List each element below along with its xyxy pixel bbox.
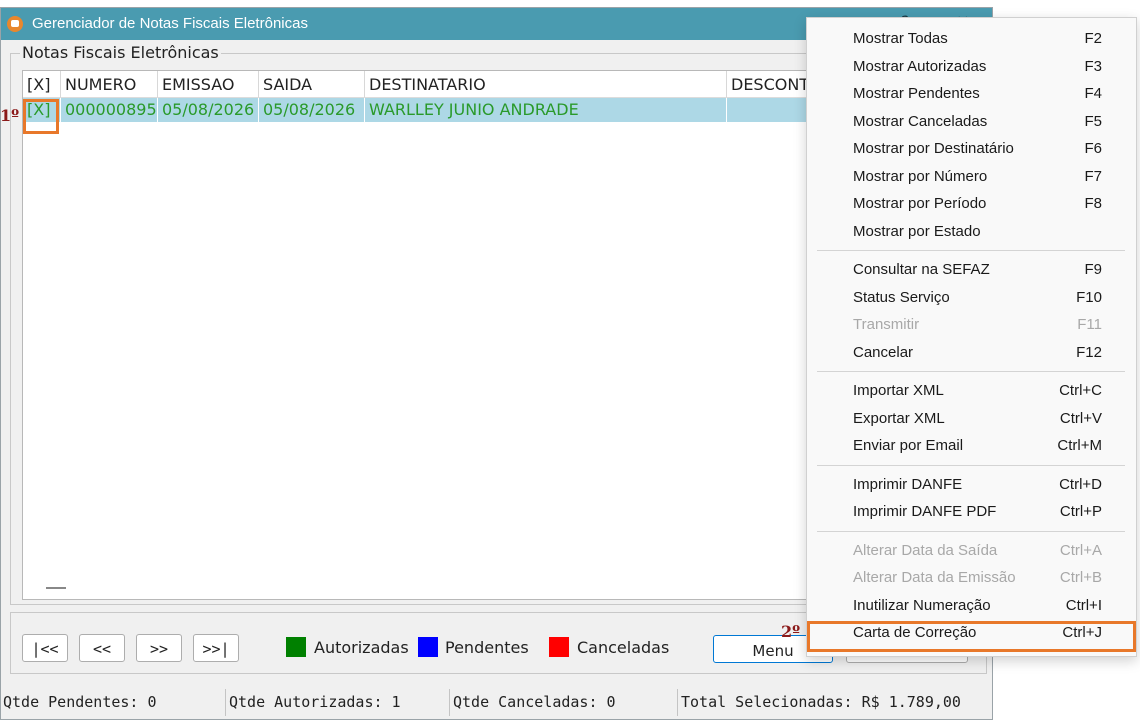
menu-item-label: Mostrar por Destinatário [853, 140, 1014, 157]
menu-item-shortcut: Ctrl+M [1057, 437, 1102, 454]
menu-item-consultar-na-sefaz[interactable]: Consultar na SEFAZ F9 [807, 257, 1136, 283]
legend-label-autorizadas: Autorizadas [314, 638, 409, 657]
row-numero-cell: 000000895 [61, 98, 158, 122]
menu-item-label: Status Serviço [853, 288, 950, 306]
step2-label: 2º [781, 622, 801, 641]
column-header-check[interactable]: [X] [23, 71, 61, 97]
row-saida-cell: 05/08/2026 [259, 98, 365, 122]
menu-item-label: Mostrar Pendentes [853, 85, 980, 102]
menu-item-label: Cancelar [853, 343, 914, 361]
menu-item-label: Inutilizar Numeração [853, 596, 991, 614]
menu-item-shortcut: F11 [1077, 316, 1102, 333]
menu-item-label: Mostrar por Período [853, 195, 987, 212]
menu-separator [817, 530, 1125, 532]
menu-item-label: Transmitir [853, 316, 920, 333]
menu-item-alterar-data-da-saida: Alterar Data da Saída Ctrl+A [807, 538, 1136, 564]
previous-record-button[interactable]: << [79, 634, 125, 662]
legend-swatch-pendentes [418, 637, 438, 657]
menu-item-label: Alterar Data da Saída [853, 541, 998, 559]
column-header-destinatario[interactable]: DESTINATARIO [365, 71, 727, 97]
menu-item-label: Mostrar Autorizadas [853, 57, 987, 75]
menu-item-label: Mostrar Canceladas [853, 112, 988, 130]
menu-separator [817, 250, 1125, 251]
menu-item-label: Importar XML [853, 382, 944, 399]
menu-item-enviar-por-email[interactable]: Enviar por Email Ctrl+M [807, 433, 1136, 459]
menu-item-mostrar-por-numero[interactable]: Mostrar por Número F7 [807, 164, 1136, 190]
column-header-saida[interactable]: SAIDA [259, 71, 365, 97]
menu-item-shortcut: F10 [1076, 288, 1102, 306]
group-title: Notas Fiscais Eletrônicas [20, 43, 221, 62]
menu-item-shortcut: F6 [1084, 140, 1102, 157]
menu-item-exportar-xml[interactable]: Exportar XML Ctrl+V [807, 406, 1136, 432]
step2-highlight [807, 621, 1136, 652]
menu-item-mostrar-pendentes[interactable]: Mostrar Pendentes F4 [807, 81, 1136, 107]
menu-item-label: Mostrar Todas [853, 30, 948, 47]
menu-item-shortcut: F4 [1084, 85, 1102, 102]
menu-item-label: Exportar XML [853, 409, 945, 427]
menu-item-mostrar-por-periodo[interactable]: Mostrar por Período F8 [807, 191, 1136, 217]
menu-separator [817, 464, 1125, 466]
menu-item-transmitir: Transmitir F11 [807, 312, 1136, 338]
status-bar: Qtde Pendentes: 0 Qtde Autorizadas: 1 Qt… [0, 689, 993, 720]
menu-item-shortcut: Ctrl+B [1059, 569, 1102, 586]
menu-item-shortcut: Ctrl+V [1059, 409, 1102, 427]
menu-item-mostrar-por-destinatario[interactable]: Mostrar por Destinatário F6 [807, 136, 1136, 162]
context-menu: Mostrar Todas F2 Mostrar Autorizadas F3 Most… [806, 17, 1137, 657]
menu-item-alterar-data-da-emissao: Alterar Data da Emissão Ctrl+B [807, 565, 1136, 591]
row-emissao-cell: 05/08/2026 [158, 98, 259, 122]
menu-item-shortcut: Ctrl+I [1065, 596, 1102, 614]
menu-separator [817, 371, 1125, 372]
menu-item-shortcut: Ctrl+P [1059, 503, 1102, 520]
menu-item-label: Mostrar por Número [853, 167, 988, 185]
menu-item-label: Imprimir DANFE PDF [853, 503, 997, 520]
menu-item-label: Enviar por Email [853, 437, 964, 454]
menu-item-shortcut: F7 [1084, 167, 1102, 185]
menu-item-shortcut: F8 [1084, 195, 1102, 212]
menu-item-status-servico[interactable]: Status Serviço F10 [807, 285, 1136, 311]
status-autorizadas: Qtde Autorizadas: 1 [226, 689, 450, 716]
menu-item-shortcut: Ctrl+D [1059, 475, 1102, 493]
menu-item-shortcut: F5 [1084, 112, 1102, 130]
menu-item-shortcut: F9 [1084, 261, 1102, 278]
menu-item-mostrar-por-estado[interactable]: Mostrar por Estado [807, 219, 1136, 245]
menu-item-cancelar[interactable]: Cancelar F12 [807, 340, 1136, 366]
status-canceladas: Qtde Canceladas: 0 [450, 689, 678, 716]
status-pendentes: Qtde Pendentes: 0 [0, 689, 226, 716]
menu-item-mostrar-canceladas[interactable]: Mostrar Canceladas F5 [807, 109, 1136, 135]
legend-swatch-canceladas [549, 637, 569, 657]
menu-item-mostrar-todas[interactable]: Mostrar Todas F2 [807, 26, 1136, 52]
horizontal-scrollbar[interactable] [46, 587, 66, 589]
menu-item-shortcut: F2 [1084, 30, 1102, 47]
legend-swatch-autorizadas [286, 637, 306, 657]
menu-item-label: Alterar Data da Emissão [853, 569, 1016, 586]
menu-item-shortcut: Ctrl+C [1059, 382, 1102, 399]
menu-item-mostrar-autorizadas[interactable]: Mostrar Autorizadas F3 [807, 54, 1136, 80]
first-record-button[interactable]: |<< [22, 634, 68, 662]
menu-item-label: Imprimir DANFE [853, 475, 963, 493]
last-record-button[interactable]: >>| [193, 634, 239, 662]
row-destinatario-cell: WARLLEY JUNIO ANDRADE [365, 98, 727, 122]
status-total-selecionadas: Total Selecionadas: R$ 1.789,00 [681, 693, 961, 711]
window-title: Gerenciador de Notas Fiscais Eletrônicas [32, 15, 308, 32]
menu-item-shortcut: Ctrl+A [1059, 541, 1102, 559]
legend-label-pendentes: Pendentes [445, 638, 529, 657]
step1-label: 1º [0, 106, 20, 125]
legend-label-canceladas: Canceladas [577, 638, 670, 657]
next-record-button[interactable]: >> [136, 634, 182, 662]
column-header-emissao[interactable]: EMISSAO [158, 71, 259, 97]
column-header-numero[interactable]: NUMERO [61, 71, 158, 97]
menu-item-label: Mostrar por Estado [853, 222, 981, 240]
menu-item-label: Consultar na SEFAZ [853, 261, 990, 278]
menu-item-inutilizar-numeracao[interactable]: Inutilizar Numeração Ctrl+I [807, 593, 1136, 619]
menu-item-imprimir-danfe-pdf[interactable]: Imprimir DANFE PDF Ctrl+P [807, 499, 1136, 525]
app-icon [7, 16, 23, 32]
menu-item-imprimir-danfe[interactable]: Imprimir DANFE Ctrl+D [807, 472, 1136, 498]
step1-highlight [23, 99, 59, 134]
menu-item-shortcut: F12 [1076, 343, 1102, 361]
menu-item-importar-xml[interactable]: Importar XML Ctrl+C [807, 378, 1136, 404]
menu-item-shortcut: F3 [1084, 57, 1102, 75]
